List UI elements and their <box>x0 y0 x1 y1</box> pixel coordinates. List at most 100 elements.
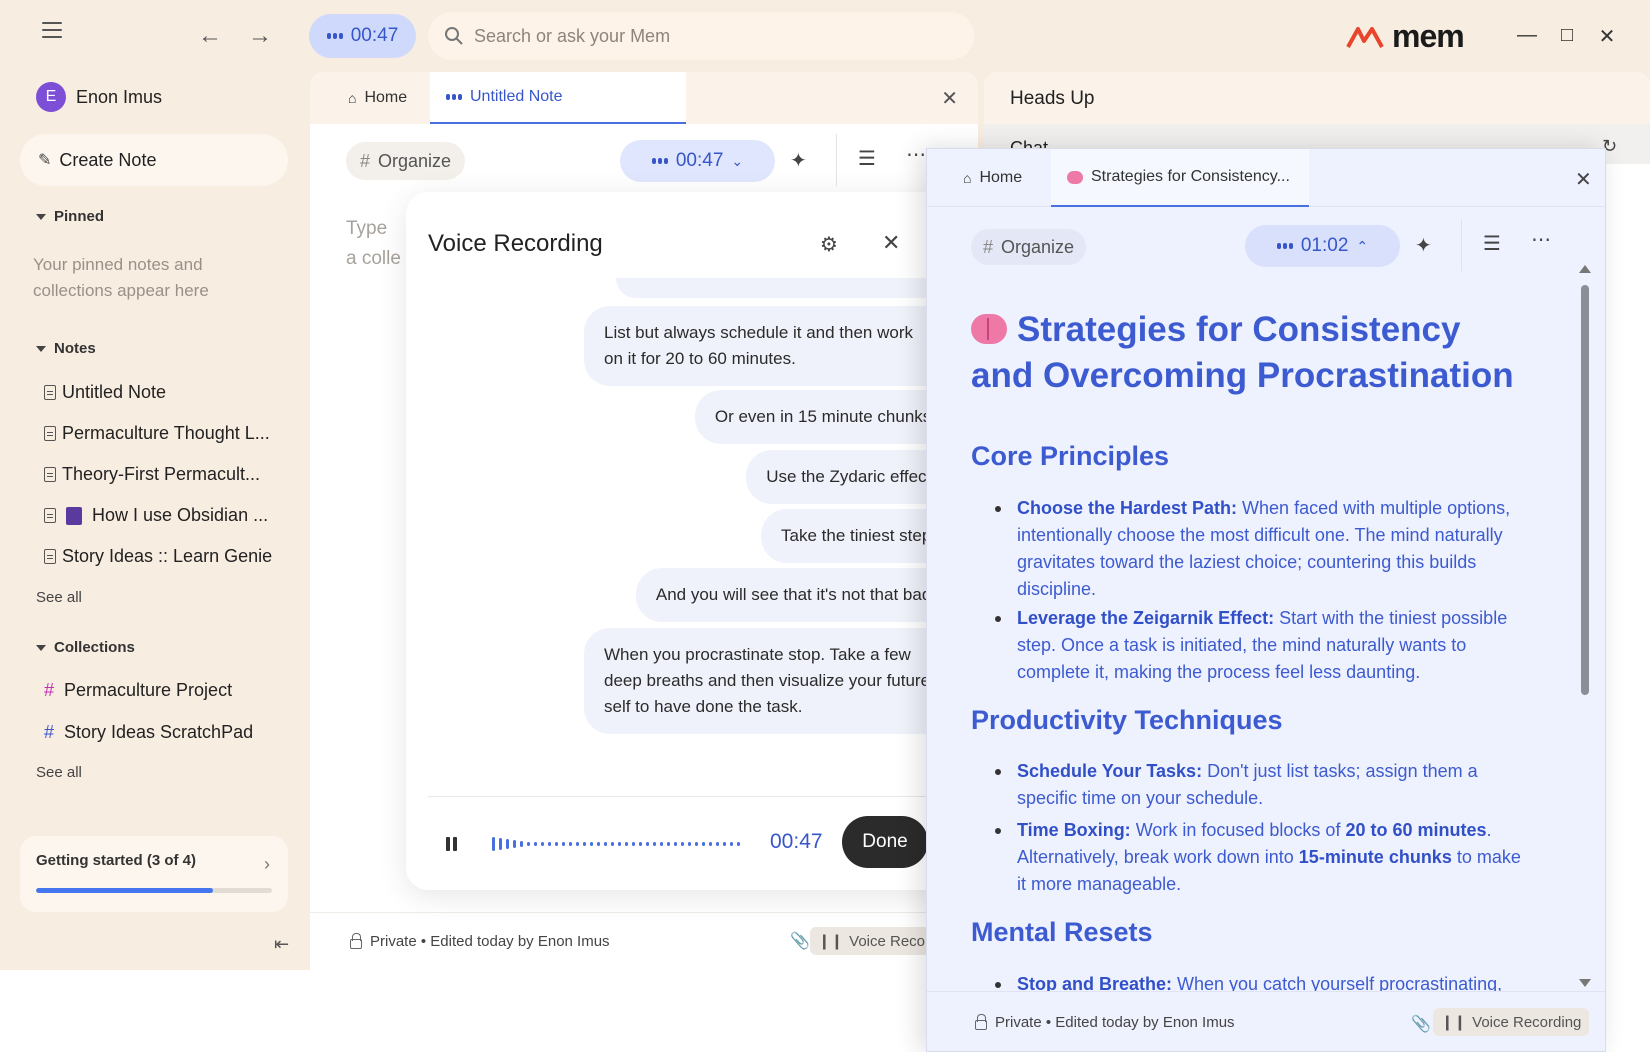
heads-up-title: Heads Up <box>1010 88 1095 109</box>
create-note-button[interactable]: ✎ Create Note <box>20 134 288 186</box>
user-profile[interactable]: E Enon Imus <box>36 82 162 112</box>
transcript-bubble: List but always schedule it and then wor… <box>584 306 956 386</box>
pinned-heading: Pinned <box>54 208 105 225</box>
voice-recording-modal: Voice Recording ⚙ ✕ List but always sche… <box>406 192 966 890</box>
voice-recording-chip[interactable]: ❙❙ Voice Recor <box>810 927 939 955</box>
note-footer: Private • Edited today by Enon Imus 📎 ❙❙… <box>310 912 978 970</box>
bullet-bold: Stop and Breathe: <box>1017 974 1173 991</box>
note-title: Story Ideas :: Learn Genie <box>62 546 273 566</box>
outline-icon[interactable]: ☰ <box>858 146 876 171</box>
sidebar-collection-item[interactable]: # Permaculture Project <box>44 680 232 701</box>
waveform-bar <box>709 842 712 846</box>
magic-wand-icon[interactable]: ✦ <box>1415 233 1432 258</box>
pinned-section-toggle[interactable]: Pinned <box>36 208 104 225</box>
organize-button[interactable]: # Organize <box>971 229 1087 265</box>
audio-waveform <box>492 833 740 855</box>
note-status-text: Private • Edited today by Enon Imus <box>370 933 610 950</box>
document-icon <box>44 426 56 441</box>
avatar: E <box>36 82 66 112</box>
more-options-icon[interactable]: ⋯ <box>906 142 926 167</box>
search-input[interactable] <box>474 25 954 47</box>
placeholder-line: Type <box>346 218 388 239</box>
close-modal-icon[interactable]: ✕ <box>882 230 900 256</box>
caret-down-icon <box>36 213 46 220</box>
more-options-icon[interactable]: ⋯ <box>1531 227 1551 252</box>
waveform-bar <box>597 842 600 846</box>
search-bar[interactable] <box>428 12 974 60</box>
tab-label: Home <box>364 89 408 106</box>
menu-icon[interactable] <box>42 22 62 38</box>
notes-see-all-link[interactable]: See all <box>36 589 82 606</box>
transcript-bubble: When you procrastinate stop. Take a few … <box>584 628 956 734</box>
sidebar-note-item[interactable]: Untitled Note <box>44 382 166 403</box>
pause-button[interactable] <box>446 837 457 851</box>
maximize-icon[interactable]: □ <box>1556 24 1578 47</box>
recording-timer-pill[interactable]: 00:47 <box>309 14 416 58</box>
waveform-bar <box>527 842 530 846</box>
notes-heading: Notes <box>54 340 96 357</box>
note-title: How I use Obsidian ... <box>92 505 269 525</box>
mem-logo: mem <box>1346 18 1465 55</box>
chevron-down-icon: ⌄ <box>731 152 744 169</box>
toolbar-divider <box>836 134 837 186</box>
editor-placeholder[interactable]: Type a colle <box>346 214 401 274</box>
waveform-bar <box>674 842 677 846</box>
note-recording-timer[interactable]: 00:47 ⌄ <box>620 140 775 182</box>
scrollbar-thumb[interactable] <box>1581 285 1589 695</box>
collections-section-toggle[interactable]: Collections <box>36 639 135 656</box>
tab-label: Home <box>979 169 1023 186</box>
modal-divider <box>428 796 966 797</box>
note-editor[interactable]: # Organize 01:02 ⌃ ✦ ☰ ⋯ Strategies for … <box>927 207 1577 991</box>
attachment-icon[interactable]: 📎 <box>1411 1014 1431 1034</box>
sidebar-note-item[interactable]: Story Ideas :: Learn Genie <box>44 546 272 567</box>
waveform-bar <box>639 842 642 846</box>
bullet-text: Work in focused blocks of <box>1130 820 1346 840</box>
tab-untitled-note[interactable]: Untitled Note <box>430 72 686 124</box>
attachment-icon[interactable]: 📎 <box>790 931 810 951</box>
minimize-icon[interactable]: — <box>1516 24 1538 47</box>
collections-see-all-link[interactable]: See all <box>36 764 82 781</box>
sidebar-collection-item[interactable]: # Story Ideas ScratchPad <box>44 722 253 743</box>
bullet-bold: Choose the Hardest Path: <box>1017 498 1238 518</box>
collection-title: Permaculture Project <box>64 680 233 700</box>
waveform-bar <box>492 837 495 851</box>
audio-dots-icon <box>1276 243 1293 249</box>
collapse-sidebar-icon[interactable]: ⇤ <box>274 934 289 955</box>
sidebar-note-item[interactable]: How I use Obsidian ... <box>44 505 268 526</box>
sidebar-note-item[interactable]: Permaculture Thought L... <box>44 423 270 444</box>
close-tab-icon[interactable]: ✕ <box>941 86 958 111</box>
caret-down-icon <box>36 345 46 352</box>
outline-icon[interactable]: ☰ <box>1483 231 1501 256</box>
scroll-down-arrow-icon[interactable] <box>1579 979 1591 987</box>
list-item: Schedule Your Tasks: Don't just list tas… <box>991 758 1521 812</box>
waveform-bar <box>569 842 572 846</box>
tab-strategies-note[interactable]: Strategies for Consistency... <box>1051 149 1309 207</box>
back-arrow-icon[interactable]: ← <box>198 22 222 50</box>
waveform-bar <box>590 842 593 846</box>
scrollbar[interactable] <box>1579 265 1591 991</box>
waveform-bar <box>702 842 705 846</box>
user-name: Enon Imus <box>76 86 163 107</box>
tab-home[interactable]: ⌂ Home <box>947 149 1038 207</box>
sidebar: ← → E Enon Imus ✎ Create Note Pinned You… <box>0 0 310 970</box>
tab-home[interactable]: ⌂ Home <box>332 72 423 124</box>
forward-arrow-icon[interactable]: → <box>248 22 272 50</box>
close-tab-icon[interactable]: ✕ <box>1575 167 1592 192</box>
list-item: Choose the Hardest Path: When faced with… <box>991 495 1521 603</box>
getting-started-card[interactable]: Getting started (3 of 4) › <box>20 836 288 912</box>
modal-title: Voice Recording <box>428 230 603 257</box>
collection-title: Story Ideas ScratchPad <box>64 722 254 742</box>
waveform-bar <box>611 842 614 846</box>
settings-gear-icon[interactable]: ⚙ <box>820 232 838 257</box>
voice-recording-chip[interactable]: ❙❙ Voice Recording <box>1433 1008 1590 1036</box>
waveform-bar <box>695 842 698 846</box>
notes-section-toggle[interactable]: Notes <box>36 340 96 357</box>
done-button[interactable]: Done <box>842 816 928 868</box>
close-window-icon[interactable]: ✕ <box>1596 24 1618 49</box>
note-recording-timer[interactable]: 01:02 ⌃ <box>1245 225 1400 267</box>
organize-button[interactable]: # Organize <box>346 142 466 180</box>
scroll-up-arrow-icon[interactable] <box>1579 265 1591 273</box>
sidebar-note-item[interactable]: Theory-First Permacult... <box>44 464 260 485</box>
getting-started-label: Getting started (3 of 4) <box>36 852 197 869</box>
magic-wand-icon[interactable]: ✦ <box>790 148 807 173</box>
